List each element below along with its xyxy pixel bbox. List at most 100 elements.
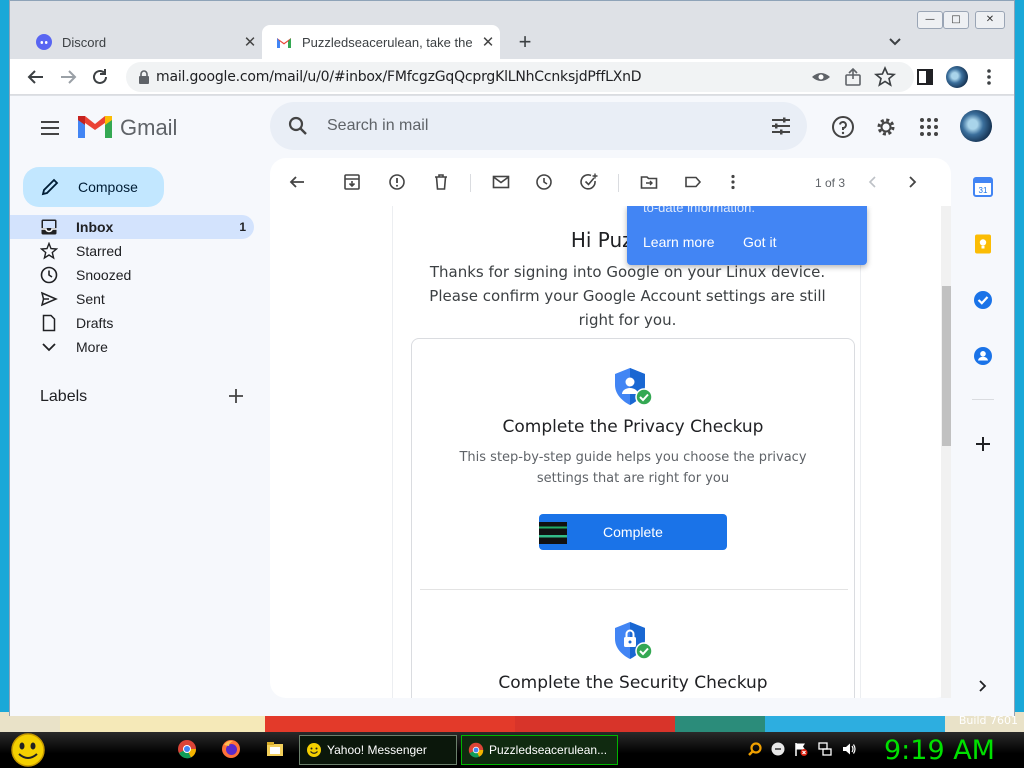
browser-toolbar: mail.google.com/mail/u/0/#inbox/FMfcgzGq… <box>10 59 1014 95</box>
chrome-icon[interactable] <box>177 739 197 759</box>
nav-item-starred[interactable]: Starred <box>10 239 254 263</box>
search-tray-icon[interactable] <box>747 741 763 757</box>
move-to-icon[interactable] <box>639 172 659 192</box>
gmail-app: Gmail Compose Inbox 1 Starred <box>10 96 1014 716</box>
search-bar[interactable] <box>270 102 807 150</box>
browser-menu-icon[interactable] <box>977 65 1001 89</box>
security-checkup-title: Complete the Security Checkup <box>498 673 768 693</box>
messenger-tray-icon[interactable] <box>770 741 786 757</box>
nav-item-more[interactable]: More <box>10 335 254 359</box>
unread-count-badge: 1 <box>239 220 246 234</box>
nav-label: Starred <box>76 243 122 259</box>
complete-privacy-checkup-button[interactable]: Complete <box>539 514 727 550</box>
calendar-icon[interactable]: 31 <box>972 176 994 198</box>
lock-icon[interactable] <box>138 70 150 84</box>
gmail-logo-icon[interactable] <box>78 114 112 140</box>
more-options-icon[interactable] <box>723 172 743 192</box>
nav-item-sent[interactable]: Sent <box>10 287 254 311</box>
snooze-icon[interactable] <box>534 172 554 192</box>
nav-label: Sent <box>76 291 105 307</box>
address-bar[interactable]: mail.google.com/mail/u/0/#inbox/FMfcgzGq… <box>126 62 914 92</box>
tab-gmail[interactable]: Puzzledseacerulean, take the ne ✕ <box>262 25 500 59</box>
inbox-icon <box>41 219 57 235</box>
reload-icon[interactable] <box>88 65 112 89</box>
tasks-icon[interactable] <box>972 289 994 311</box>
contacts-icon[interactable] <box>972 345 994 367</box>
search-icon[interactable] <box>286 114 310 138</box>
tab-search-icon[interactable] <box>885 31 905 51</box>
security-shield-lock-icon <box>615 622 653 660</box>
button-label: Complete <box>603 524 663 540</box>
privacy-shield-icon <box>615 368 653 406</box>
url-text[interactable]: mail.google.com/mail/u/0/#inbox/FMfcgzGq… <box>156 69 641 85</box>
minimize-button[interactable]: — <box>917 11 943 29</box>
nav-item-inbox[interactable]: Inbox 1 <box>10 215 254 239</box>
tab-discord[interactable]: Discord ✕ <box>22 25 262 59</box>
add-to-tasks-icon[interactable] <box>579 172 599 192</box>
eye-icon[interactable] <box>809 65 833 89</box>
scrollbar-thumb[interactable] <box>942 286 951 446</box>
expand-side-panel-icon[interactable] <box>972 675 994 697</box>
compose-button[interactable]: Compose <box>23 167 164 207</box>
search-input[interactable] <box>327 114 727 138</box>
scrollbar[interactable] <box>941 206 951 698</box>
clock-icon <box>40 266 58 284</box>
start-button-smiley-icon[interactable] <box>8 732 48 768</box>
add-label-icon[interactable] <box>226 386 246 406</box>
got-it-button[interactable]: Got it <box>743 234 776 250</box>
help-icon[interactable] <box>830 114 856 140</box>
back-to-inbox-icon[interactable] <box>287 172 307 192</box>
labels-heading: Labels <box>40 388 88 405</box>
main-menu-icon[interactable] <box>38 116 62 140</box>
close-tab-icon[interactable]: ✕ <box>238 33 262 51</box>
close-tab-icon[interactable]: ✕ <box>476 33 500 51</box>
nav-label: Drafts <box>76 315 114 331</box>
nav-label: More <box>76 339 108 355</box>
file-explorer-icon[interactable] <box>265 739 285 759</box>
older-chevron-right-icon[interactable] <box>902 172 922 192</box>
search-options-icon[interactable] <box>769 114 793 138</box>
side-panel-icon[interactable] <box>913 65 937 89</box>
learn-more-link[interactable]: Learn more <box>643 234 715 250</box>
yahoo-messenger-icon <box>307 743 321 757</box>
toolbar-divider <box>470 174 471 192</box>
account-avatar[interactable] <box>960 110 992 142</box>
mark-unread-icon[interactable] <box>491 172 511 192</box>
taskbar: Yahoo! Messenger Puzzledseacerulean... 9… <box>0 732 1024 768</box>
maximize-button[interactable]: □ <box>943 11 969 29</box>
profile-avatar[interactable] <box>946 66 968 88</box>
keep-icon[interactable] <box>972 233 994 255</box>
settings-gear-icon[interactable] <box>873 114 899 140</box>
taskbar-clock[interactable]: 9:19 AM <box>884 735 995 766</box>
forward-icon[interactable] <box>56 65 80 89</box>
gmail-header: Gmail <box>10 96 1014 160</box>
taskbar-label: Puzzledseacerulean... <box>489 743 608 757</box>
delete-icon[interactable] <box>431 172 451 192</box>
action-center-flag-icon[interactable] <box>793 741 809 757</box>
network-icon[interactable] <box>817 741 833 757</box>
close-window-button[interactable]: ✕ <box>975 11 1005 29</box>
bookmark-star-icon[interactable] <box>873 65 897 89</box>
nav-label: Snoozed <box>76 267 132 283</box>
get-addons-plus-icon[interactable] <box>972 433 994 455</box>
firefox-icon[interactable] <box>221 739 241 759</box>
label-icon[interactable] <box>683 172 703 192</box>
apps-grid-icon[interactable] <box>916 114 942 140</box>
render-artifact <box>539 522 567 544</box>
taskbar-yahoo-messenger[interactable]: Yahoo! Messenger <box>299 735 457 765</box>
share-icon[interactable] <box>841 65 865 89</box>
volume-icon[interactable] <box>841 741 857 757</box>
gmail-wordmark[interactable]: Gmail <box>120 115 177 141</box>
nav-item-snoozed[interactable]: Snoozed <box>10 263 254 287</box>
taskbar-chrome-window[interactable]: Puzzledseacerulean... <box>461 735 618 765</box>
newer-chevron-left-icon[interactable] <box>863 172 883 192</box>
taskbar-label: Yahoo! Messenger <box>327 743 427 757</box>
back-icon[interactable] <box>24 65 48 89</box>
new-tab-button[interactable]: + <box>513 29 537 55</box>
gmail-favicon-icon <box>277 38 291 48</box>
chrome-icon <box>468 742 484 758</box>
report-spam-icon[interactable] <box>387 172 407 192</box>
nav-item-drafts[interactable]: Drafts <box>10 311 254 335</box>
archive-icon[interactable] <box>342 172 362 192</box>
privacy-checkup-title: Complete the Privacy Checkup <box>502 417 764 437</box>
